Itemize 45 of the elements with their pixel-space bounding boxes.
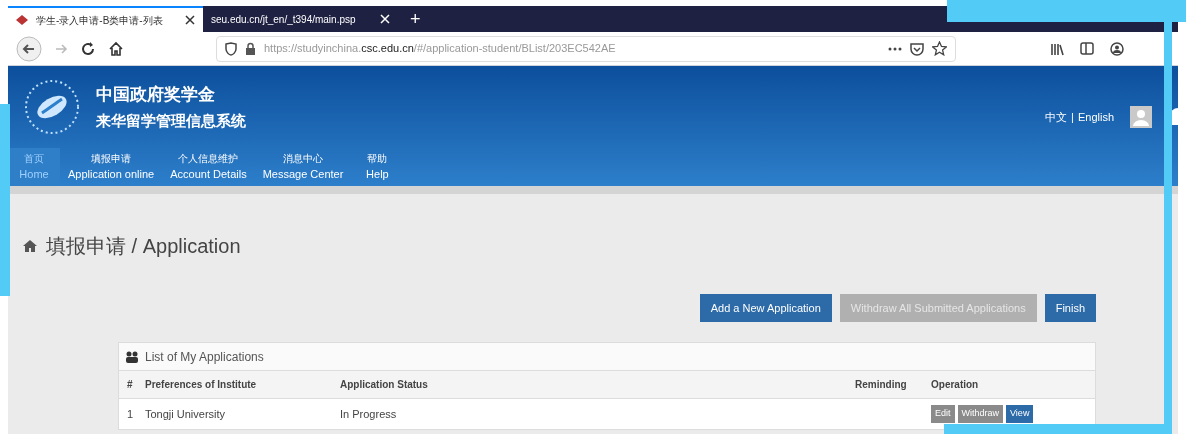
address-bar[interactable]: https://studyinchina.csc.edu.cn/#/application-student/BList/203EC542AE xyxy=(216,35,956,62)
library-icon[interactable] xyxy=(1050,41,1064,56)
row-button[interactable]: View xyxy=(1006,405,1034,423)
page-title: 填报申请 / Application xyxy=(46,234,241,259)
column-header: Reminding xyxy=(855,378,908,392)
language-link[interactable]: English xyxy=(1077,108,1114,126)
close-icon[interactable] xyxy=(185,15,195,25)
table-cell-text: Tongji University xyxy=(145,406,227,422)
table-cell-text: In Progress xyxy=(340,406,398,422)
home-icon[interactable] xyxy=(108,40,124,57)
sidebar-icon[interactable] xyxy=(1080,42,1094,55)
account-icon[interactable] xyxy=(1110,41,1124,56)
tab-title: seu.edu.cn/jt_en/_t394/main.psp xyxy=(211,12,357,27)
star-icon[interactable] xyxy=(932,41,947,56)
url-text: https://studyinchina.csc.edu.cn/#/application-student/BList/203EC542AE xyxy=(264,41,616,57)
column-header: Operation xyxy=(931,378,980,392)
column-header: Preferences of Institute xyxy=(145,378,258,392)
panel-title: List of My Applications xyxy=(145,348,264,366)
action-button[interactable]: Add a New Application xyxy=(699,294,832,322)
system-title: 中国政府奖学金 xyxy=(96,84,216,106)
back-icon[interactable] xyxy=(16,35,42,62)
pocket-icon[interactable] xyxy=(910,41,924,56)
logo-icon xyxy=(24,79,80,135)
tab-title: 学生-录入申请-B类申请-列表 xyxy=(36,13,164,28)
system-subtitle: 来华留学管理信息系统 xyxy=(96,110,246,131)
column-header: # xyxy=(126,378,134,392)
browser-tab[interactable]: 学生-录入申请-B类申请-列表 xyxy=(8,6,203,32)
nav-tab[interactable]: 帮助 Help xyxy=(351,148,404,186)
home-icon xyxy=(22,239,38,253)
users-icon xyxy=(125,350,139,363)
nav-tab[interactable]: 个人信息维护 Account Details xyxy=(162,148,255,186)
lock-icon xyxy=(245,42,256,55)
new-tab-button[interactable]: + xyxy=(398,6,433,32)
browser-tab[interactable]: seu.edu.cn/jt_en/_t394/main.psp xyxy=(203,6,398,32)
site-icon xyxy=(16,15,28,25)
more-icon[interactable] xyxy=(888,46,902,51)
shield-icon xyxy=(225,41,237,56)
language-link[interactable]: 中文 xyxy=(1045,108,1068,126)
table-cell-text: 1 xyxy=(126,406,135,422)
separator: | xyxy=(1071,109,1074,125)
nav-tab[interactable]: 消息中心 Message Center xyxy=(254,148,352,186)
nav-tab[interactable]: 填报申请 Application online xyxy=(60,148,163,186)
action-button[interactable]: Finish xyxy=(1044,294,1096,322)
column-header: Application Status xyxy=(340,378,429,392)
reload-icon[interactable] xyxy=(80,40,96,57)
